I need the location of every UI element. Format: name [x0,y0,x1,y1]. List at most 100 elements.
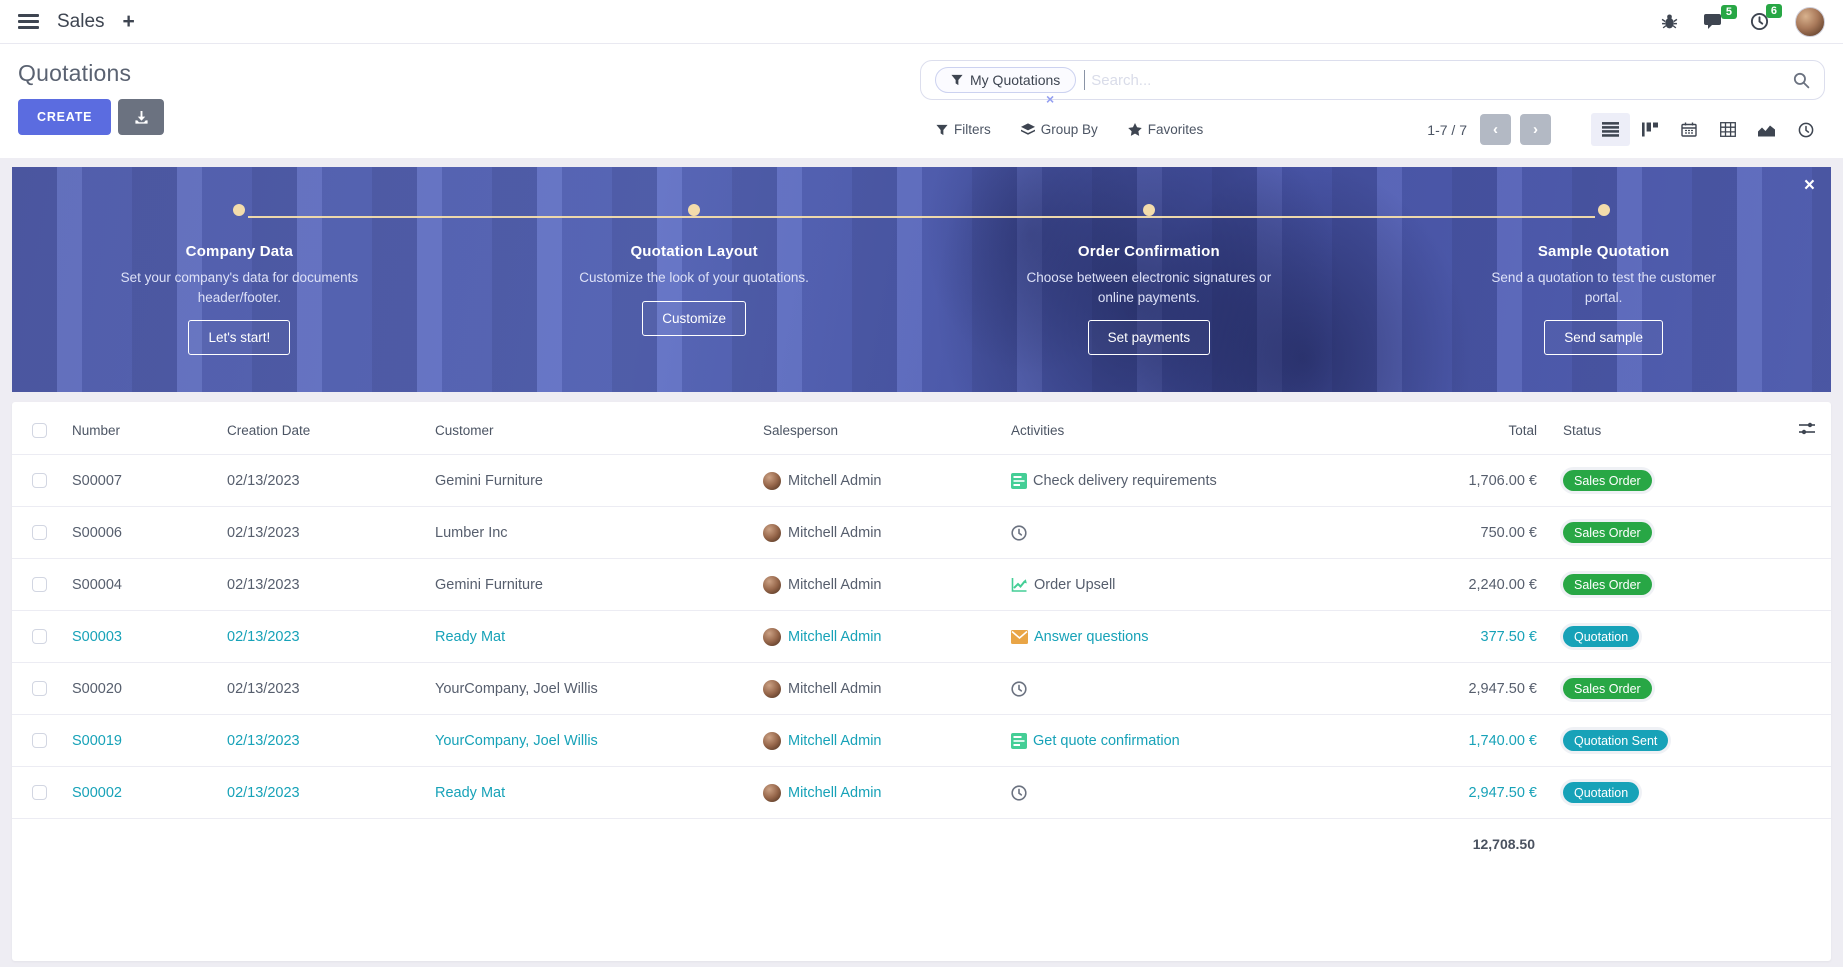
select-all-checkbox[interactable] [32,423,47,438]
quotation-row[interactable]: S0000402/13/2023Gemini FurnitureMitchell… [12,559,1831,611]
kanban-view-icon[interactable] [1630,113,1669,146]
activity-clock-icon [1011,785,1027,801]
total-amount: 750.00 € [1395,507,1555,559]
total-amount: 1,740.00 € [1395,715,1555,767]
quotation-row[interactable]: S0002002/13/2023YourCompany, Joel Willis… [12,663,1831,715]
favorites-menu[interactable]: Favorites [1128,122,1204,137]
header-customer[interactable]: Customer [427,402,755,455]
create-button[interactable]: CREATE [18,99,111,135]
onboarding-step-sample-quotation: Sample Quotation Send a quotation to tes… [1376,167,1831,392]
activity-cell[interactable]: Answer questions [1003,611,1395,663]
activity-label: Check delivery requirements [1033,473,1217,489]
quotation-row[interactable]: S0000302/13/2023Ready MatMitchell AdminA… [12,611,1831,663]
salesperson-cell: Mitchell Admin [755,767,1003,819]
quotation-number: S00007 [64,455,219,507]
messages-icon[interactable]: 5 [1704,13,1724,31]
facet-remove-icon[interactable]: × [1046,91,1054,107]
status-cell: Quotation [1555,767,1780,819]
optional-columns-icon[interactable] [1799,424,1815,439]
apps-menu-icon[interactable] [18,11,39,32]
salesperson-cell: Mitchell Admin [755,715,1003,767]
header-activities[interactable]: Activities [1003,402,1395,455]
salesperson-name: Mitchell Admin [788,473,881,489]
search-icon[interactable] [1793,72,1810,89]
view-switcher [1591,113,1825,146]
activities-clock-icon[interactable]: 6 [1750,12,1769,31]
debug-bug-icon[interactable] [1661,13,1678,30]
status-badge: Sales Order [1563,574,1652,595]
row-spacer [1780,455,1831,507]
footer-total: 12,708.50 [1395,819,1555,870]
creation-date: 02/13/2023 [219,611,427,663]
header-status[interactable]: Status [1555,402,1780,455]
customize-button[interactable]: Customize [642,301,746,336]
salesperson-avatar [763,628,781,646]
header-salesperson[interactable]: Salesperson [755,402,1003,455]
send-sample-button[interactable]: Send sample [1544,320,1663,355]
row-checkbox[interactable] [32,681,47,696]
quotation-row[interactable]: S0000602/13/2023Lumber IncMitchell Admin… [12,507,1831,559]
row-checkbox[interactable] [32,733,47,748]
search-input[interactable]: Search... [1091,72,1793,89]
activity-cell[interactable] [1003,507,1395,559]
status-cell: Sales Order [1555,507,1780,559]
activity-cell[interactable] [1003,663,1395,715]
salesperson-avatar [763,784,781,802]
export-download-button[interactable] [118,99,164,135]
add-tab-icon[interactable]: + [123,11,135,32]
total-amount: 1,706.00 € [1395,455,1555,507]
salesperson-cell: Mitchell Admin [755,455,1003,507]
salesperson-cell: Mitchell Admin [755,507,1003,559]
creation-date: 02/13/2023 [219,715,427,767]
user-avatar[interactable] [1795,7,1825,37]
quotation-row[interactable]: S0000702/13/2023Gemini FurnitureMitchell… [12,455,1831,507]
quotation-row[interactable]: S0001902/13/2023YourCompany, Joel Willis… [12,715,1831,767]
customer-name: Gemini Furniture [427,559,755,611]
set-payments-button[interactable]: Set payments [1088,320,1211,355]
quotation-number: S00019 [64,715,219,767]
activity-label: Get quote confirmation [1033,733,1180,749]
activity-cell[interactable]: Order Upsell [1003,559,1395,611]
salesperson-avatar [763,680,781,698]
activity-label: Order Upsell [1034,577,1115,593]
lets-start-button[interactable]: Let's start! [188,320,290,355]
activity-cell[interactable]: Check delivery requirements [1003,455,1395,507]
activity-tasks-icon [1011,473,1027,489]
salesperson-cell: Mitchell Admin [755,663,1003,715]
customer-name: Ready Mat [427,611,755,663]
header-creation-date[interactable]: Creation Date [219,402,427,455]
creation-date: 02/13/2023 [219,559,427,611]
pager-next-button[interactable]: › [1520,114,1551,145]
row-checkbox[interactable] [32,473,47,488]
list-view-icon[interactable] [1591,113,1630,146]
header-number[interactable]: Number [64,402,219,455]
filter-funnel-icon [951,74,963,86]
step-dot [688,204,700,216]
customer-name: Gemini Furniture [427,455,755,507]
step-dot [1143,204,1155,216]
graph-view-icon[interactable] [1747,113,1786,146]
activity-cell[interactable] [1003,767,1395,819]
quotation-number: S00006 [64,507,219,559]
group-by-menu[interactable]: Group By [1021,122,1098,137]
search-bar[interactable]: My Quotations Search... × [920,60,1825,100]
pivot-view-icon[interactable] [1708,113,1747,146]
activity-view-icon[interactable] [1786,113,1825,146]
calendar-view-icon[interactable] [1669,113,1708,146]
row-checkbox[interactable] [32,629,47,644]
pager-prev-button[interactable]: ‹ [1480,114,1511,145]
row-checkbox[interactable] [32,577,47,592]
app-name[interactable]: Sales [57,11,105,33]
row-checkbox[interactable] [32,785,47,800]
filters-menu[interactable]: Filters [936,122,991,137]
salesperson-name: Mitchell Admin [788,525,881,541]
header-total[interactable]: Total [1395,402,1555,455]
row-checkbox[interactable] [32,525,47,540]
activity-cell[interactable]: Get quote confirmation [1003,715,1395,767]
activity-clock-icon [1011,525,1027,541]
search-facet-my-quotations[interactable]: My Quotations [935,67,1076,93]
page-title: Quotations [18,60,164,87]
table-footer-row: 12,708.50 [12,819,1831,870]
quotation-row[interactable]: S0000202/13/2023Ready MatMitchell Admin2… [12,767,1831,819]
salesperson-avatar [763,732,781,750]
